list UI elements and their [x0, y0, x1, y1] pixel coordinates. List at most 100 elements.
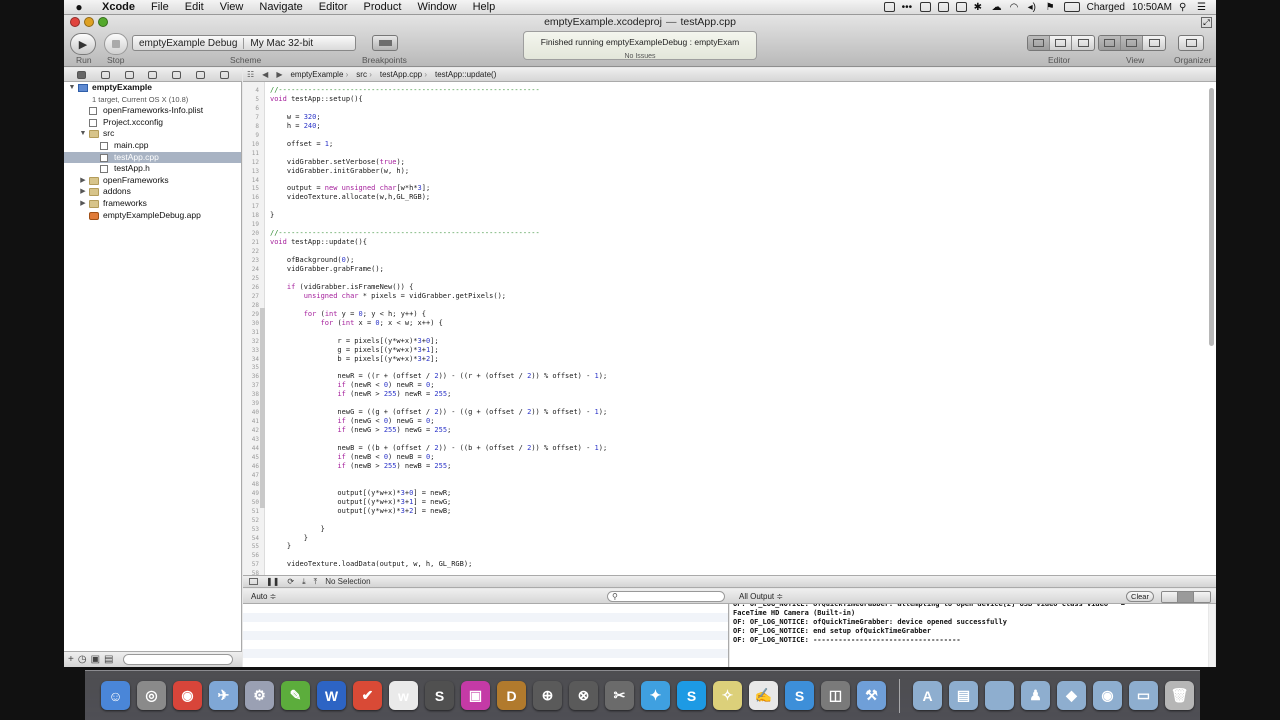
code-line[interactable]: 33 g = pixels[(y*w+x)*3+1];: [243, 346, 439, 355]
code-line[interactable]: 42 if (newG > 255) newG = 255;: [243, 426, 452, 435]
destination-name[interactable]: My Mac 32-bit: [243, 37, 319, 49]
navigator-item[interactable]: Project.xcconfig: [64, 117, 241, 129]
organizer-button[interactable]: [1178, 35, 1204, 51]
navigator-item[interactable]: 1 target, Current OS X (10.8): [64, 94, 241, 106]
log-navigator-icon[interactable]: [219, 70, 229, 79]
console-scrollbar[interactable]: [1209, 604, 1215, 667]
code-line[interactable]: 23 ofBackground(0);: [243, 256, 355, 265]
code-line[interactable]: 14: [243, 176, 259, 185]
time-machine-icon[interactable]: [883, 2, 895, 12]
recent-icon[interactable]: ◷: [78, 654, 87, 665]
navigator-item[interactable]: ▶ openFrameworks: [64, 175, 241, 187]
applications-folder-icon[interactable]: A: [913, 681, 942, 710]
code-line[interactable]: 13 vidGrabber.initGrabber(w, h);: [243, 167, 409, 176]
code-line[interactable]: 37 if (newR < 0) newR = 0;: [243, 381, 435, 390]
breakpoints-button[interactable]: [372, 35, 398, 51]
code-line[interactable]: 27 unsigned char * pixels = vidGrabber.g…: [243, 292, 506, 301]
navigator-item[interactable]: openFrameworks-Info.plist: [64, 105, 241, 117]
menu-window[interactable]: Window: [409, 1, 464, 13]
code-line[interactable]: 17: [243, 202, 259, 211]
wiki-icon[interactable]: w: [389, 681, 418, 710]
robot-icon[interactable]: ⚙: [245, 681, 274, 710]
navigator-item[interactable]: testApp.h: [64, 163, 241, 175]
capture-icon[interactable]: [955, 2, 967, 12]
code-line[interactable]: 52: [243, 516, 259, 525]
navigator-item[interactable]: ▶ frameworks: [64, 198, 241, 210]
code-fold-ribbon[interactable]: [260, 308, 265, 508]
code-line[interactable]: 31: [243, 328, 259, 337]
code-line[interactable]: 56: [243, 551, 259, 560]
assistant-editor-button[interactable]: [1050, 36, 1072, 50]
code-line[interactable]: 18}: [243, 211, 274, 220]
scheme-name[interactable]: emptyExample Debug: [133, 38, 243, 49]
code-line[interactable]: 25: [243, 274, 259, 283]
code-line[interactable]: 50 output[(y*w+x)*3+1] = newG;: [243, 498, 451, 507]
clear-console-button[interactable]: Clear: [1126, 591, 1154, 602]
step-in-icon[interactable]: ⤓: [302, 577, 306, 587]
code-line[interactable]: 11: [243, 149, 259, 158]
stop-button[interactable]: [104, 33, 128, 55]
launchpad-icon[interactable]: ◎: [137, 681, 166, 710]
code-line[interactable]: 8 h = 240;: [243, 122, 320, 131]
code-line[interactable]: 22: [243, 247, 259, 256]
code-line[interactable]: 41 if (newG < 0) newG = 0;: [243, 417, 435, 426]
screen-icon[interactable]: [937, 2, 949, 12]
code-line[interactable]: 12 vidGrabber.setVerbose(true);: [243, 158, 405, 167]
code-line[interactable]: 36 newR = ((r + (offset / 2)) - ((r + (o…: [243, 372, 607, 381]
express-icon[interactable]: S: [785, 681, 814, 710]
code-line[interactable]: 20 //------------------------------------…: [243, 229, 540, 238]
disclosure-closed-icon[interactable]: ▶: [79, 198, 87, 210]
navigator-item[interactable]: main.cpp: [64, 140, 241, 152]
variables-scope-selector[interactable]: Auto ≑: [251, 592, 276, 601]
code-line[interactable]: 54 }: [243, 534, 308, 543]
dropbox-folder-icon[interactable]: ◆: [1057, 681, 1086, 710]
crosshair-icon[interactable]: ⊕: [533, 681, 562, 710]
navigator-toggle-button[interactable]: [1099, 36, 1121, 50]
code-line[interactable]: 29 for (int y = 0; y < h; y++) {: [243, 310, 426, 319]
shared-folder-icon[interactable]: ♟: [1021, 681, 1050, 710]
finder-icon[interactable]: ☺: [101, 681, 130, 710]
navigator-item[interactable]: testApp.cpp: [64, 151, 241, 164]
scm-icon[interactable]: ▣: [91, 654, 100, 665]
menu-view[interactable]: View: [212, 1, 252, 13]
breadcrumb-folder[interactable]: src: [352, 70, 376, 79]
folder-icon[interactable]: [985, 681, 1014, 710]
add-icon[interactable]: +: [68, 654, 74, 665]
related-items-icon[interactable]: ☷: [243, 70, 258, 79]
version-editor-button[interactable]: [1072, 36, 1094, 50]
code-line[interactable]: 21 void testApp::update(){: [243, 238, 367, 247]
code-line[interactable]: 15 output = new unsigned char[w*h*3];: [243, 184, 430, 193]
code-line[interactable]: 5 void testApp::setup(){: [243, 95, 362, 104]
code-line[interactable]: 51 output[(y*w+x)*3+2] = newB;: [243, 507, 451, 516]
code-line[interactable]: 4 //-------------------------------------…: [243, 86, 539, 95]
code-line[interactable]: 43: [243, 435, 259, 444]
word-icon[interactable]: W: [317, 681, 346, 710]
code-line[interactable]: 9: [243, 131, 259, 140]
step-out-icon[interactable]: ⤒: [314, 577, 318, 587]
code-line[interactable]: 53 }: [243, 525, 325, 534]
menu-edit[interactable]: Edit: [177, 1, 212, 13]
spotlight-icon[interactable]: ⚲: [1179, 2, 1190, 13]
step-over-icon[interactable]: ⟳: [287, 577, 294, 586]
code-line[interactable]: 32 r = pixels[(y*w+x)*3+0];: [243, 337, 439, 346]
breadcrumb-file[interactable]: testApp.cpp: [376, 70, 431, 79]
navigator-item[interactable]: ▼ emptyExample: [64, 82, 241, 94]
skype-icon[interactable]: S: [677, 681, 706, 710]
debug-navigator-icon[interactable]: [172, 70, 182, 79]
navigator-item[interactable]: ▶ addons: [64, 186, 241, 198]
textedit-icon[interactable]: ✎: [281, 681, 310, 710]
variables-view[interactable]: [243, 604, 729, 667]
source-editor[interactable]: 4 //-------------------------------------…: [243, 82, 1216, 575]
disclosure-closed-icon[interactable]: ▶: [79, 186, 87, 198]
menu-editor[interactable]: Editor: [311, 1, 356, 13]
activity-issues[interactable]: No Issues: [524, 53, 756, 60]
navigator-item[interactable]: emptyExampleDebug.app: [64, 210, 241, 222]
unsaved-icon[interactable]: ▤: [104, 654, 113, 665]
run-button[interactable]: ▶: [70, 33, 96, 55]
preview-icon[interactable]: ▣: [461, 681, 490, 710]
skitch-icon[interactable]: S: [425, 681, 454, 710]
downloads-folder-icon[interactable]: ◉: [1093, 681, 1122, 710]
acrobat-icon[interactable]: ✍: [749, 681, 778, 710]
breadcrumb-symbol[interactable]: testApp::update(): [431, 70, 500, 79]
trash-icon[interactable]: 🗑: [1165, 681, 1194, 710]
